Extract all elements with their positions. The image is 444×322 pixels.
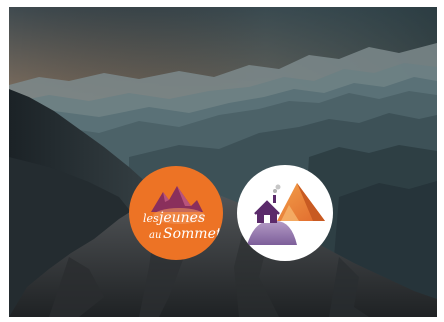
les-jeunes-au-sommet-logo: les jeunes au Sommet: [129, 166, 223, 260]
wordmark-line2: jeunes: [156, 210, 205, 226]
wordmark-line4: Sommet: [163, 226, 222, 242]
wordmark: les jeunes au Sommet: [143, 210, 222, 242]
chalet-logo: [237, 165, 333, 261]
hero-image: les jeunes au Sommet: [9, 7, 437, 317]
wordmark-line3: au: [149, 230, 161, 241]
wordmark-line1: les: [143, 212, 159, 225]
mountain-landscape: [9, 7, 437, 317]
mountain-chalet-icon: [247, 183, 325, 245]
